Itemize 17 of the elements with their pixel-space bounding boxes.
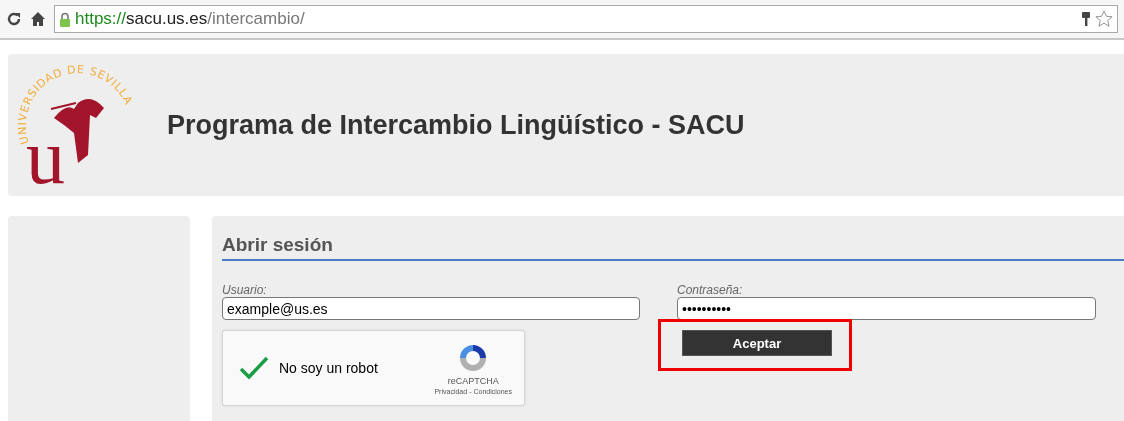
home-icon[interactable] bbox=[30, 11, 46, 27]
address-bar[interactable]: https://sacu.us.es/intercambio/ bbox=[54, 5, 1118, 33]
page-title: Programa de Intercambio Lingüístico - SACU bbox=[167, 109, 745, 141]
password-field[interactable]: •••••••••• bbox=[677, 297, 1096, 320]
username-field[interactable]: example@us.es bbox=[222, 297, 640, 320]
field-label: Contraseña: bbox=[677, 283, 744, 297]
section-heading: Abrir sesión bbox=[222, 234, 1124, 261]
checkmark-icon[interactable] bbox=[239, 356, 269, 380]
url-text: https://sacu.us.es/intercambio/ bbox=[75, 9, 305, 29]
reload-icon[interactable] bbox=[6, 11, 22, 27]
captcha-label: No soy un robot bbox=[279, 360, 379, 376]
field-label: Usuario: bbox=[222, 283, 268, 297]
key-icon[interactable] bbox=[1081, 11, 1091, 27]
star-icon[interactable] bbox=[1095, 10, 1113, 28]
captcha-brand: reCAPTCHA bbox=[447, 375, 499, 386]
submit-button[interactable]: Aceptar bbox=[682, 330, 832, 356]
lock-icon bbox=[59, 11, 71, 27]
